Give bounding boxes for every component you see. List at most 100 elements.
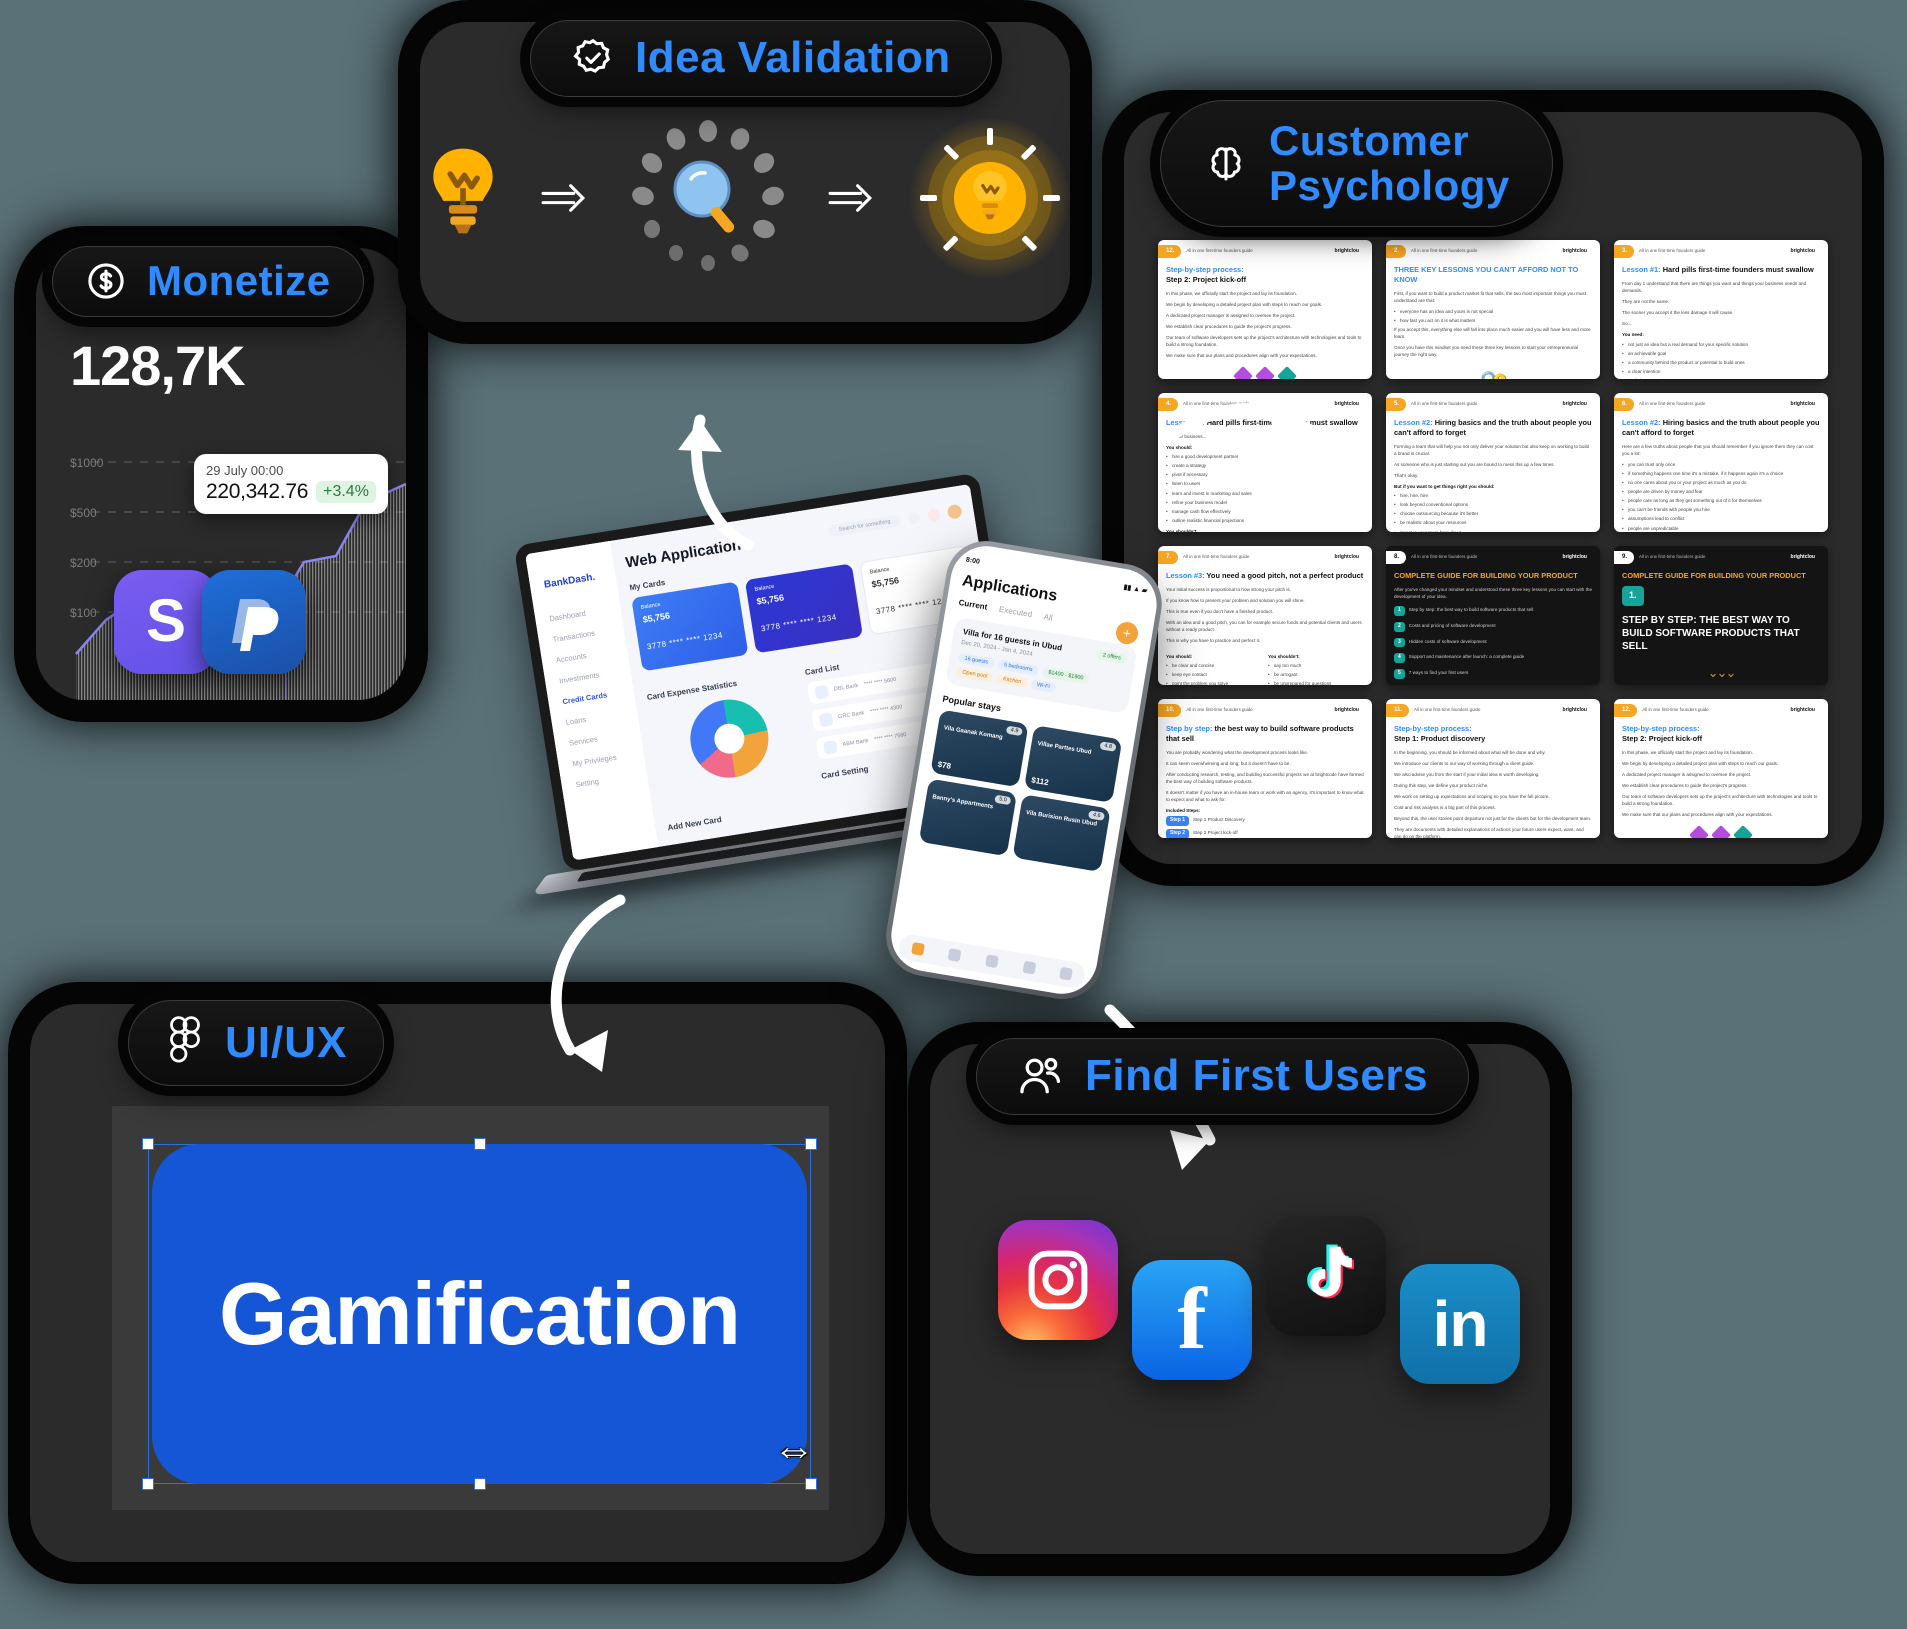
doc-paragraph: That's okay. [1394, 472, 1419, 478]
doc-subhead: You need: [1622, 332, 1644, 338]
document-thumbnail[interactable]: 6. All in one first-time founders guide br… [1614, 393, 1828, 532]
selection-frame[interactable]: Gamification ⇔ [142, 1138, 817, 1490]
stay-card[interactable]: Banny's Appartments 5.0 [918, 778, 1018, 857]
doc-paragraph: In this phase, we officially start the p… [1166, 290, 1297, 296]
doc-header: All in one first-time founders guide [1183, 401, 1250, 407]
resize-handle-bottom-left[interactable] [142, 1478, 154, 1490]
nav-home-icon[interactable] [910, 942, 925, 956]
nav-community-icon[interactable] [985, 954, 999, 969]
card-number: 3778 **** **** 1234 [646, 630, 724, 652]
nav-settings-icon[interactable] [1059, 966, 1074, 981]
tab-executed[interactable]: Executed [998, 605, 1032, 619]
doc-kicker: Lesson #2: [1394, 418, 1433, 428]
doc-paragraph: After you've changed your mindset and un… [1394, 586, 1593, 600]
tab-current[interactable]: Current [958, 598, 988, 612]
doc-paragraph: We begin by developing a detailed projec… [1166, 301, 1323, 307]
doc-paragraph: As someone who is just starting out you … [1394, 461, 1555, 467]
resize-handle-bottom-center[interactable] [473, 1478, 486, 1490]
stay-card[interactable]: Vila Gaanak Komang 4.9 $78 [930, 709, 1029, 788]
doc-bullet: invest in your team from day 1 [1394, 529, 1592, 532]
document-thumbnail[interactable]: 12. All in one first-time founders guide b… [1614, 699, 1828, 838]
notification-icon[interactable] [926, 507, 941, 522]
document-thumbnail[interactable]: 3. All in one first-time founders guide br… [1614, 240, 1828, 379]
stay-card[interactable]: Vila Burision Rusin Ubud 4.6 [1012, 794, 1111, 872]
idea-bulb-icon [420, 143, 506, 253]
doc-bullet: look beyond conventional options [1394, 501, 1592, 508]
facebook-glyph: f [1177, 1270, 1207, 1368]
doc-kicker: Step-by-step process: [1166, 265, 1244, 275]
doc-paragraph: In this phase, we officially start the p… [1622, 749, 1753, 755]
doc-paragraph: The sooner you accept it the less damage… [1622, 310, 1734, 316]
tiktok-logo[interactable] [1266, 1216, 1386, 1336]
stay-rating: 4.9 [1006, 725, 1023, 737]
paypal-logo[interactable] [202, 570, 306, 674]
doc-bullet: be arrogant [1268, 671, 1364, 678]
customer-psychology-header-pill[interactable]: Customer Psychology [1160, 100, 1553, 228]
verified-badge-icon [571, 36, 615, 80]
doc-bullet: learn and invest in marketing and sales [1166, 490, 1364, 497]
nav-requests-icon[interactable] [1022, 960, 1036, 975]
doc-title: COMPLETE GUIDE FOR BUILDING YOUR PRODUCT [1622, 571, 1806, 581]
uiux-header-pill[interactable]: UI/UX [128, 1000, 385, 1086]
doc-bullet: people care as long as they get somethin… [1622, 497, 1820, 504]
gamification-button-label: Gamification [219, 1264, 741, 1363]
find-first-users-header-pill[interactable]: Find First Users [976, 1038, 1469, 1115]
instagram-logo[interactable] [998, 1220, 1118, 1340]
idea-validation-header-pill[interactable]: Idea Validation [530, 20, 992, 97]
row-number: **** **** 7560 [873, 731, 907, 743]
doc-brand: brightclou [1790, 400, 1815, 407]
stay-rating: 4.8 [1099, 741, 1117, 752]
tab-all[interactable]: All [1043, 612, 1053, 622]
linkedin-logo[interactable]: in [1400, 1264, 1520, 1384]
doc-bullet: hire, hire, hire [1394, 492, 1592, 499]
asset-generated-value: 128,7K [70, 334, 246, 397]
document-thumbnail[interactable]: 2. All in one first-time founders guide br… [1386, 240, 1600, 379]
axis-label-500: $500 [70, 506, 97, 520]
infographic-stage: ASSET GENERATED 128,7K [0, 0, 1907, 1629]
document-thumbnail[interactable]: 5. All in one first-time founders guide br… [1386, 393, 1600, 532]
resize-handle-top-left[interactable] [142, 1138, 154, 1150]
resize-handle-top-center[interactable] [473, 1138, 486, 1150]
nav-discover-icon[interactable] [947, 948, 962, 963]
doc-paragraph: Once you have this mindset you need thes… [1394, 345, 1579, 358]
search-input[interactable]: Search for something [827, 513, 902, 537]
dollar-circle-icon [85, 260, 127, 302]
doc-brand: brightclou [1790, 553, 1815, 560]
row-bank: DBL Bank [833, 682, 859, 693]
gamification-button[interactable]: Gamification [152, 1144, 807, 1484]
tooltip-change-badge: +3.4% [316, 481, 376, 503]
resize-handle-bottom-right[interactable] [805, 1478, 817, 1490]
document-thumbnail[interactable]: 12. All in one first-time founders guide b… [1158, 240, 1372, 379]
document-thumbnail[interactable]: 9. All in one first-time founders guide br… [1614, 546, 1828, 685]
avatar[interactable] [946, 503, 963, 520]
doc-paragraph: We begin by developing a detailed projec… [1622, 760, 1779, 766]
expense-donut-chart [684, 694, 775, 784]
facebook-logo[interactable]: f [1132, 1260, 1252, 1380]
doc-bullet: assumptions lead to conflict [1622, 515, 1820, 522]
chevron-down-icon: ⌄⌄⌄ [1707, 664, 1737, 680]
row-bank: GRC Bank [837, 710, 865, 721]
doc-bullet: pivot if necessary [1166, 471, 1364, 478]
document-thumbnail[interactable]: 11. All in one first-time founders guide b… [1386, 699, 1600, 838]
credit-card[interactable]: Balance $5,756 3778 **** **** 1234 [631, 581, 749, 672]
document-thumbnail[interactable]: 8. All in one first-time founders guide br… [1386, 546, 1600, 685]
resize-handle-top-right[interactable] [805, 1138, 817, 1150]
doc-paragraph: If you accept this, everything else will… [1394, 326, 1591, 340]
doc-header: All in one first-time founders guide [1411, 554, 1478, 560]
uiux-panel: Gamification ⇔ [30, 1004, 885, 1562]
doc-paragraph: A dedicated project manager is assigned … [1166, 312, 1296, 318]
credit-card[interactable]: Balance $5,756 3778 **** **** 1234 [745, 563, 863, 654]
chip-pool: Open pool [955, 666, 995, 683]
doc-bullet: everyone has an idea and yours is not sp… [1394, 308, 1592, 315]
gear-icon[interactable] [907, 510, 921, 525]
page-title: Web Application [624, 536, 743, 572]
axis-label-200: $200 [70, 556, 97, 570]
validated-bulb-icon [910, 118, 1070, 278]
listing-chips: 16 guests 5 bedrooms $1400 - $1900 Open … [955, 652, 1124, 704]
doc-paragraph: Cost and risk analysis is a big part of … [1394, 805, 1496, 811]
svg-text:S: S [146, 591, 186, 653]
doc-paragraph: We work on setting up expectations and s… [1394, 793, 1550, 799]
customer-psychology-title: Customer Psychology [1269, 117, 1510, 209]
monetize-header-pill[interactable]: Monetize [52, 246, 364, 317]
stay-card[interactable]: Villae Parttes Ubud 4.8 $112 [1023, 725, 1123, 803]
